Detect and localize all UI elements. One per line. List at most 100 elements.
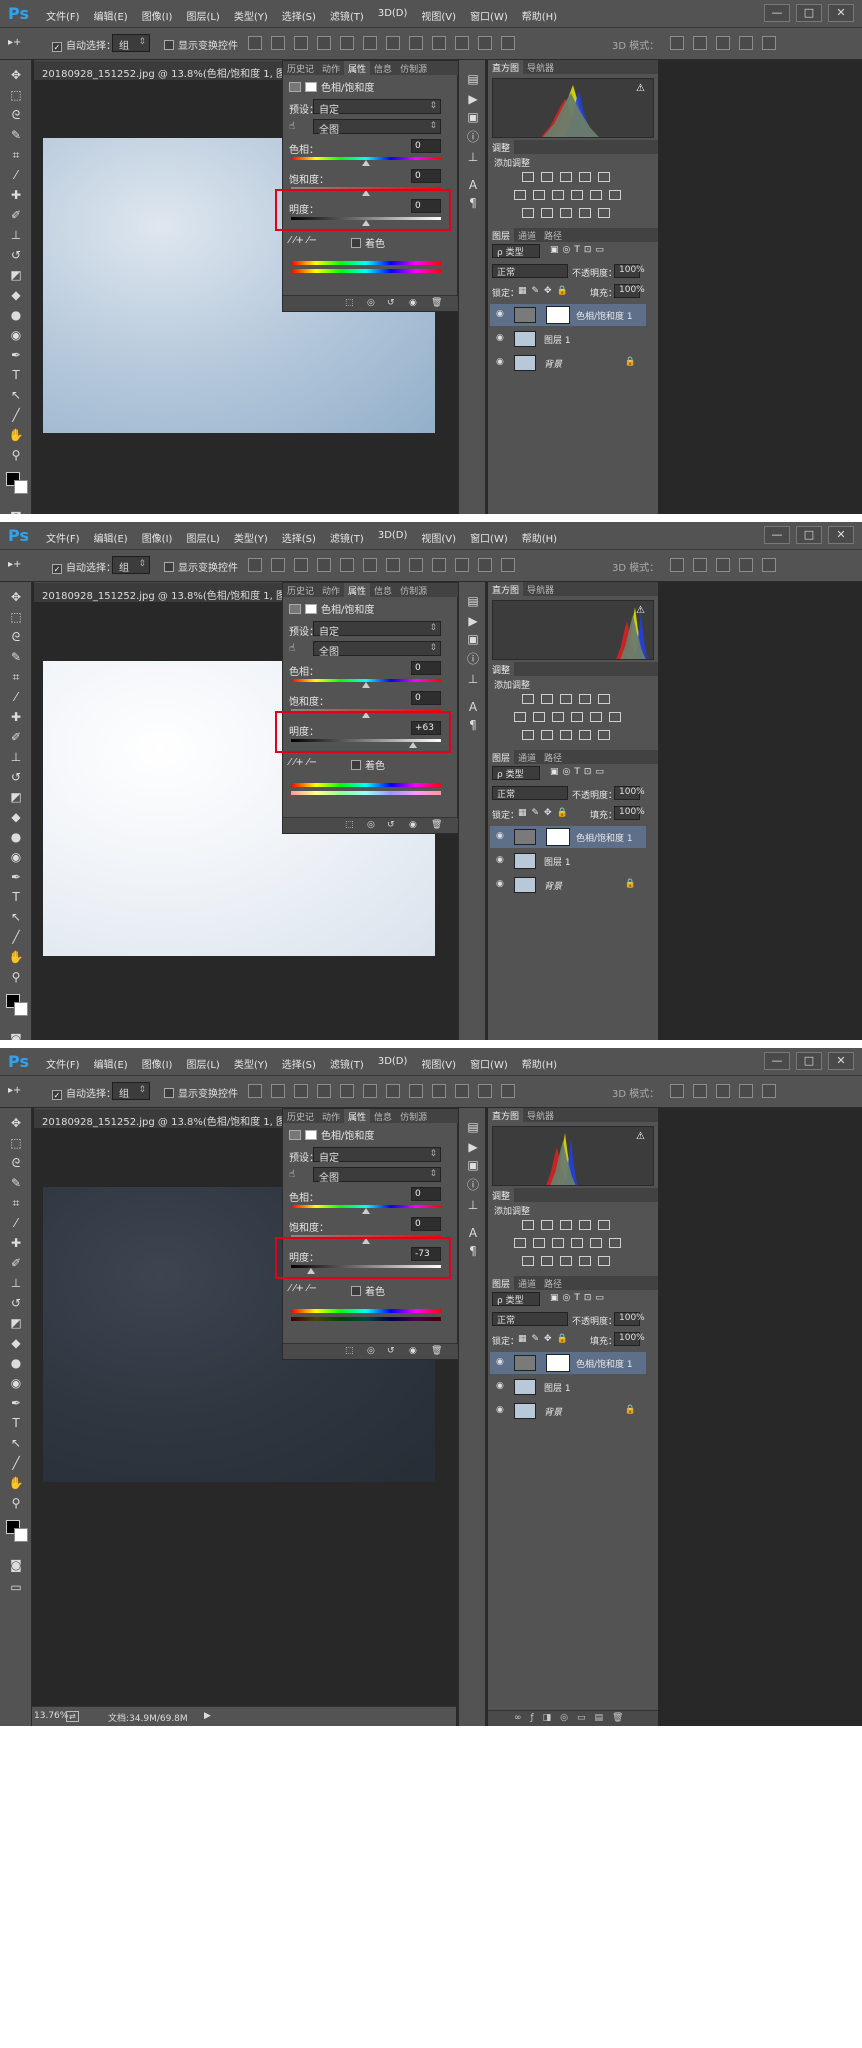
- stamp-icon[interactable]: ⊥: [7, 1274, 25, 1292]
- distribute-left-icon[interactable]: [455, 1084, 469, 1098]
- show-transform-toggle[interactable]: 显示变换控件: [164, 1085, 238, 1100]
- tab-properties[interactable]: 属性: [344, 61, 371, 75]
- tab-navigator[interactable]: 导航器: [523, 1108, 558, 1122]
- eye-icon[interactable]: ◉: [496, 879, 504, 889]
- view-previous-icon[interactable]: ◎: [367, 1346, 375, 1356]
- auto-select-dropdown[interactable]: 组: [112, 556, 150, 574]
- mask-icon[interactable]: [305, 82, 317, 92]
- layer-row-layer1[interactable]: ◉ 图层 1: [490, 850, 646, 872]
- stamp-icon[interactable]: ⊥: [7, 748, 25, 766]
- posterize-icon[interactable]: [541, 730, 553, 740]
- hsl-icon[interactable]: [514, 712, 526, 722]
- quick-select-icon[interactable]: ✎: [7, 126, 25, 144]
- tab-properties[interactable]: 属性: [344, 1109, 371, 1123]
- pen-icon[interactable]: ✒: [7, 1394, 25, 1412]
- preset-dropdown[interactable]: 自定: [313, 99, 441, 116]
- opacity-input[interactable]: 100%: [614, 264, 645, 278]
- hand-icon[interactable]: ✋: [7, 1474, 25, 1492]
- delete-icon[interactable]: 🗑: [431, 1346, 442, 1356]
- tab-properties[interactable]: 属性: [344, 583, 371, 597]
- pen-icon[interactable]: ✒: [7, 346, 25, 364]
- stamp-icon[interactable]: ⊥: [7, 226, 25, 244]
- eye-icon[interactable]: ◉: [496, 855, 504, 865]
- 3d-roll-icon[interactable]: [693, 558, 707, 572]
- eye-icon[interactable]: ◉: [496, 1405, 504, 1415]
- lock-icons[interactable]: ▦✎✥🔒: [518, 1334, 573, 1344]
- curves-icon[interactable]: [560, 1220, 572, 1230]
- warning-icon[interactable]: ⚠: [636, 1131, 645, 1142]
- preset-dropdown[interactable]: 自定: [313, 621, 441, 638]
- delete-icon[interactable]: 🗑: [431, 820, 442, 830]
- channel-mixer-icon[interactable]: [590, 190, 602, 200]
- 3d-scale-icon[interactable]: [762, 36, 776, 50]
- tab-navigator[interactable]: 导航器: [523, 60, 558, 74]
- posterize-icon[interactable]: [541, 208, 553, 218]
- lock-icons[interactable]: ▦✎✥🔒: [518, 808, 573, 818]
- tab-adjustments[interactable]: 调整: [488, 1188, 515, 1202]
- properties-panel-icon[interactable]: ▣: [464, 1156, 482, 1174]
- tab-layers[interactable]: 图层: [488, 1276, 515, 1290]
- opacity-input[interactable]: 100%: [614, 786, 645, 800]
- 3d-pan-icon[interactable]: [716, 558, 730, 572]
- bucket-icon[interactable]: ◆: [7, 808, 25, 826]
- menu-item[interactable]: 选择(S): [282, 530, 316, 545]
- minimize-button[interactable]: —: [764, 1052, 790, 1070]
- tab-history[interactable]: 历史记: [283, 61, 318, 75]
- distribute-right-icon[interactable]: [501, 558, 515, 572]
- fill-input[interactable]: 100%: [614, 284, 645, 298]
- 3d-pan-icon[interactable]: [716, 36, 730, 50]
- distribute-bottom-icon[interactable]: [432, 1084, 446, 1098]
- crop-icon[interactable]: ⌗: [7, 668, 25, 686]
- brush-icon[interactable]: ✐: [7, 1254, 25, 1272]
- blur-icon[interactable]: ●: [7, 306, 25, 324]
- tab-history[interactable]: 历史记: [283, 1109, 318, 1123]
- menu-item[interactable]: 滤镜(T): [330, 8, 364, 23]
- saturation-value[interactable]: 0: [411, 691, 441, 705]
- status-arrow-icon[interactable]: ▶: [204, 1711, 211, 1721]
- gradient-map-icon[interactable]: [598, 730, 610, 740]
- photo-filter-icon[interactable]: [571, 190, 583, 200]
- menu-item[interactable]: 帮助(H): [522, 1056, 557, 1071]
- clone-source-panel-icon[interactable]: ⊥: [464, 670, 482, 688]
- 3d-scale-icon[interactable]: [762, 558, 776, 572]
- align-left-icon[interactable]: [317, 1084, 331, 1098]
- layers-footer-icons[interactable]: ∞ƒ◨◎▭▤🗑: [514, 1713, 632, 1723]
- tab-histogram[interactable]: 直方图: [488, 582, 524, 596]
- visibility-icon[interactable]: ◉: [409, 298, 417, 308]
- move-tool-icon[interactable]: ▸+: [8, 37, 21, 48]
- brightness-icon[interactable]: [522, 172, 534, 182]
- path-select-icon[interactable]: ↖: [7, 386, 25, 404]
- auto-select-toggle[interactable]: ✓ 自动选择：: [52, 559, 116, 574]
- align-bottom-icon[interactable]: [294, 36, 308, 50]
- clip-icon[interactable]: ⬚: [345, 298, 354, 308]
- 3d-slide-icon[interactable]: [739, 558, 753, 572]
- clip-icon[interactable]: ⬚: [345, 820, 354, 830]
- align-left-icon[interactable]: [317, 36, 331, 50]
- menu-item[interactable]: 类型(Y): [234, 530, 268, 545]
- exposure-icon[interactable]: [579, 172, 591, 182]
- menu-item[interactable]: 图层(L): [186, 530, 219, 545]
- menu-item[interactable]: 窗口(W): [470, 1056, 508, 1071]
- paragraph-panel-icon[interactable]: ¶: [464, 194, 482, 212]
- tab-channels[interactable]: 通道: [514, 1276, 540, 1290]
- maximize-button[interactable]: □: [796, 4, 822, 22]
- tab-history[interactable]: 历史记: [283, 583, 318, 597]
- move-tool-icon[interactable]: ▸+: [8, 559, 21, 570]
- curves-icon[interactable]: [560, 172, 572, 182]
- menu-item[interactable]: 视图(V): [421, 530, 456, 545]
- 3d-roll-icon[interactable]: [693, 36, 707, 50]
- tab-actions[interactable]: 动作: [318, 1109, 344, 1123]
- hand-icon[interactable]: ✋: [7, 426, 25, 444]
- close-button[interactable]: ✕: [828, 1052, 854, 1070]
- 3d-rotate-icon[interactable]: [670, 558, 684, 572]
- tab-info[interactable]: 信息: [370, 583, 396, 597]
- actions-panel-icon[interactable]: ▶: [464, 612, 482, 630]
- eyedropper-icon[interactable]: ⁄: [7, 688, 25, 706]
- photo-filter-icon[interactable]: [571, 1238, 583, 1248]
- blur-icon[interactable]: ●: [7, 1354, 25, 1372]
- lookup-icon[interactable]: [609, 712, 621, 722]
- reset-icon[interactable]: ↺: [387, 298, 395, 308]
- eye-icon[interactable]: ◉: [496, 309, 504, 319]
- clip-icon[interactable]: ⬚: [345, 1346, 354, 1356]
- lookup-icon[interactable]: [609, 190, 621, 200]
